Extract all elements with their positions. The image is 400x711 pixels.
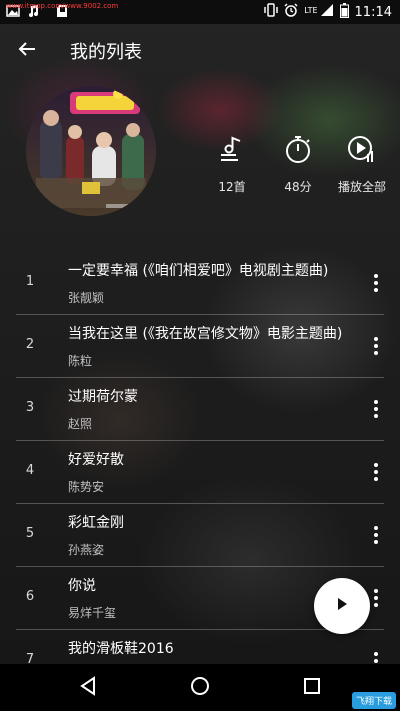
play-icon: [334, 596, 350, 616]
more-vert-icon[interactable]: [368, 522, 384, 548]
nav-home-button[interactable]: [182, 670, 218, 706]
app-bar: 我的列表: [0, 24, 400, 78]
arrow-back-icon: [18, 40, 36, 62]
song-artist: 张靓颖: [68, 291, 105, 305]
play-all-icon: [347, 134, 377, 168]
song-row[interactable]: 3 过期荷尔蒙 赵照: [16, 378, 384, 441]
song-row[interactable]: 1 一定要幸福 (《咱们相爱吧》电视剧主题曲) 张靓颖: [16, 252, 384, 315]
navigation-bar: 飞翔下载: [0, 664, 400, 711]
stopwatch-icon: [284, 134, 312, 168]
play-fab-button[interactable]: [314, 578, 370, 634]
song-title: 过期荷尔蒙: [68, 389, 138, 405]
more-vert-icon[interactable]: [368, 333, 384, 359]
song-number: 3: [25, 400, 35, 415]
vibrate-icon: [264, 3, 278, 21]
song-title: 好爱好散: [68, 452, 124, 468]
nav-recents-button[interactable]: [294, 670, 330, 706]
song-title: 你说: [68, 578, 96, 594]
song-artist: 孙燕姿: [68, 543, 105, 557]
song-row[interactable]: 4 好爱好散 陈势安: [16, 441, 384, 504]
duration-stat: 48分: [268, 134, 328, 195]
clock-time: 11:14: [354, 4, 392, 20]
circle-home-icon: [190, 676, 210, 700]
back-button[interactable]: [0, 24, 54, 78]
song-artist: 赵照: [68, 417, 93, 431]
more-vert-icon[interactable]: [368, 459, 384, 485]
song-number: 6: [25, 589, 35, 604]
song-count-label: 12首: [218, 180, 246, 194]
song-number: 1: [25, 274, 35, 289]
song-count-stat: 12首: [202, 134, 262, 195]
song-artist: 易烊千玺: [68, 606, 117, 620]
song-artist: 陈势安: [68, 480, 105, 494]
music-list-icon: [218, 135, 246, 167]
network-type-label: LTE: [304, 5, 318, 15]
playlist-stats: 12首 48分 播放全部: [212, 134, 400, 206]
square-recents-icon: [303, 677, 321, 699]
song-number: 4: [25, 463, 35, 478]
song-title: 彩虹金刚: [68, 515, 124, 531]
song-row[interactable]: 5 彩虹金刚 孙燕姿: [16, 504, 384, 567]
song-title: 一定要幸福 (《咱们相爱吧》电视剧主题曲): [68, 263, 329, 279]
song-row[interactable]: 2 当我在这里 (《我在故宫修文物》电影主题曲) 陈粒: [16, 315, 384, 378]
more-vert-icon[interactable]: [368, 270, 384, 296]
battery-icon: [339, 2, 349, 22]
album-art: [26, 86, 156, 216]
bottom-watermark: 飞翔下载: [351, 692, 396, 709]
song-number: 5: [25, 526, 35, 541]
nav-back-button[interactable]: [70, 670, 106, 706]
playlist-header: 12首 48分 播放全部: [0, 78, 400, 216]
more-vert-icon[interactable]: [368, 396, 384, 422]
song-artist: 陈粒: [68, 354, 93, 368]
more-vert-icon[interactable]: [368, 585, 384, 611]
signal-icon: [320, 3, 334, 21]
alarm-icon: [284, 3, 298, 21]
song-title: 我的滑板鞋2016: [68, 641, 174, 657]
play-all-button[interactable]: 播放全部: [332, 134, 392, 195]
song-title: 当我在这里 (《我在故宫修文物》电影主题曲): [68, 326, 343, 342]
top-watermark: www.itmop.com/www.9002.com: [6, 2, 119, 10]
song-number: 2: [25, 337, 35, 352]
duration-label: 48分: [284, 180, 312, 194]
page-title: 我的列表: [70, 42, 142, 63]
triangle-back-icon: [78, 676, 98, 700]
play-all-label: 播放全部: [337, 180, 386, 194]
